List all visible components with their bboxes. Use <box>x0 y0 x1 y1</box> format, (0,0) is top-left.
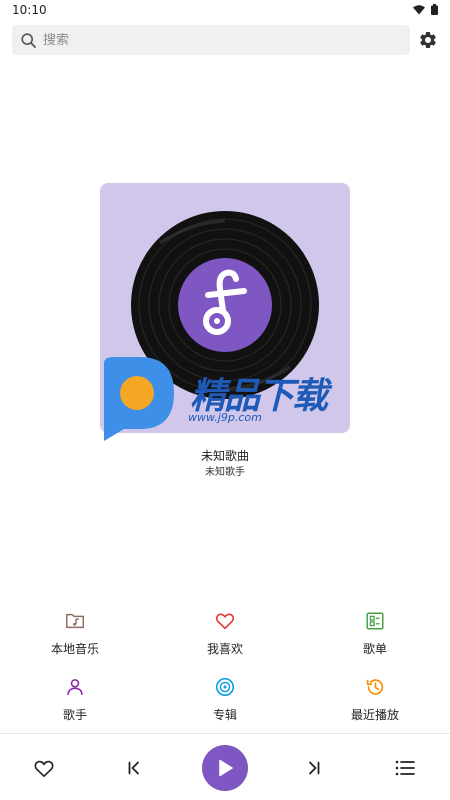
previous-button[interactable] <box>124 758 144 778</box>
search-input[interactable] <box>43 32 373 48</box>
player-bar <box>0 733 450 800</box>
skip-previous-icon <box>128 761 139 775</box>
menu-playlists[interactable]: 歌单 <box>300 610 450 666</box>
menu-favorites[interactable]: 我喜欢 <box>150 610 300 666</box>
status-icons <box>413 4 438 15</box>
status-time: 10:10 <box>12 3 47 17</box>
menu-label: 本地音乐 <box>50 642 99 656</box>
heart-icon <box>215 613 235 630</box>
gear-icon <box>420 31 436 48</box>
heart-outline-icon <box>34 760 54 777</box>
album-icon <box>215 677 235 697</box>
menu-artists[interactable]: 歌手 <box>0 676 150 732</box>
next-button[interactable] <box>304 758 324 778</box>
person-icon <box>67 679 83 696</box>
search-icon <box>21 32 36 48</box>
settings-button[interactable] <box>418 30 438 50</box>
battery-icon <box>431 4 438 15</box>
play-icon <box>219 759 233 777</box>
song-artist: 未知歌手 <box>205 467 245 478</box>
menu-label: 我喜欢 <box>206 642 243 656</box>
folder-music-icon <box>66 613 84 629</box>
menu-recent[interactable]: 最近播放 <box>300 676 450 732</box>
menu-label: 最近播放 <box>350 708 399 722</box>
menu-label: 歌单 <box>362 642 387 656</box>
watermark-logo: 精品下载 www.j9p.com <box>100 355 350 445</box>
history-icon <box>366 679 384 695</box>
status-bar: 10:10 <box>0 0 450 22</box>
playlist-icon <box>366 612 384 630</box>
play-button[interactable] <box>202 745 248 791</box>
song-title: 未知歌曲 <box>200 449 249 463</box>
menu-albums[interactable]: 专辑 <box>150 676 300 732</box>
like-button[interactable] <box>32 757 56 779</box>
skip-next-icon <box>309 761 320 775</box>
playlist-queue-button[interactable] <box>394 757 416 779</box>
wifi-icon <box>413 4 425 14</box>
queue-list-icon <box>395 760 415 776</box>
watermark-url: www.j9p.com <box>188 411 262 424</box>
menu-label: 专辑 <box>212 708 237 722</box>
menu-local-music[interactable]: 本地音乐 <box>0 610 150 666</box>
search-row <box>12 25 438 55</box>
menu-label: 歌手 <box>62 708 87 722</box>
search-box[interactable] <box>12 25 410 55</box>
